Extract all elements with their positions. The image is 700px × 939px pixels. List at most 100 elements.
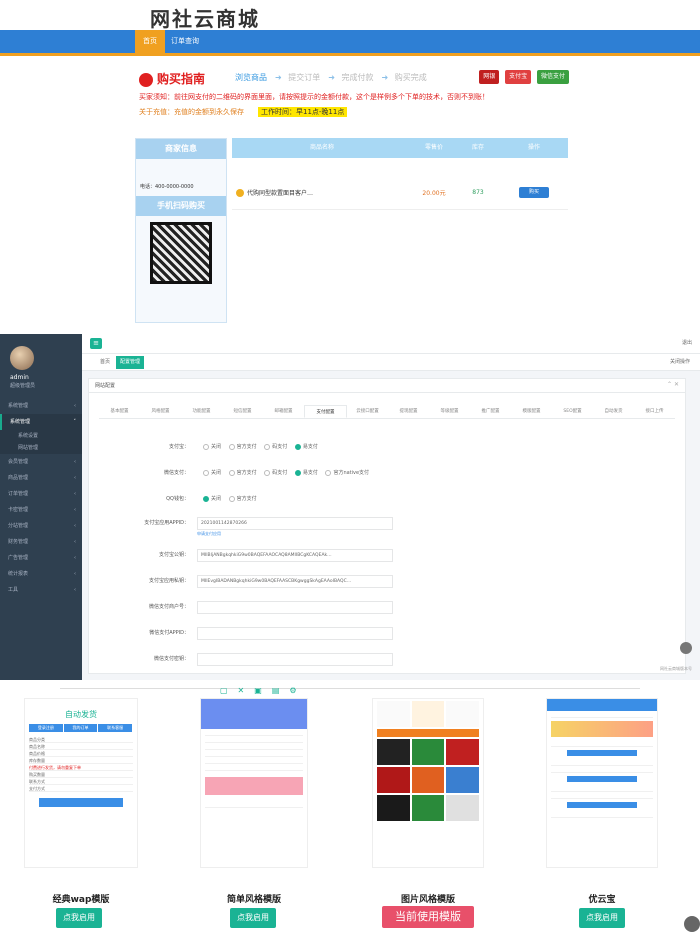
mini-line: [551, 792, 653, 799]
product-name[interactable]: 代购同型款置面目客户…: [232, 188, 412, 198]
radio-button-selected[interactable]: [294, 469, 301, 476]
site-logo[interactable]: 网社云商城: [150, 3, 260, 32]
arrow-icon: ➜: [381, 73, 389, 82]
sidebar-item[interactable]: 统计报表 ‹: [0, 566, 82, 582]
seller-phone: 电话：400-0000-0000: [140, 184, 194, 190]
sidebar-item[interactable]: 订单管理 ‹: [0, 486, 82, 502]
radio-button[interactable]: [203, 469, 209, 476]
mini-banner: [377, 729, 479, 737]
alipay-pubkey-input[interactable]: MIIBIjANBgkqhkiG9w0BAQEFAAOCAQ8AMIIBCgKC…: [197, 549, 393, 562]
version-note: 网社云商城版本号: [660, 666, 692, 671]
mini-icon-grid: [377, 701, 479, 727]
product-price: 20.00元: [422, 190, 446, 197]
tab-seo[interactable]: SEO配置: [552, 405, 593, 418]
mini-banner: [551, 721, 653, 737]
logout-button[interactable]: 退出: [682, 339, 692, 346]
sidebar-item[interactable]: 卡密管理 ‹: [0, 502, 82, 518]
tab-ops-dropdown[interactable]: 关闭操作: [666, 356, 694, 369]
tab-style[interactable]: 风格配置: [140, 405, 181, 418]
field-label: 微信支付：: [163, 470, 189, 476]
templates-section: ▢✕▣▤⚙ 自动发货 登录注册 我的订单 联系客服 商品分类 商品名称 商品价格 库…: [0, 680, 700, 939]
buy-cell: 购买: [500, 187, 568, 198]
sidebar-item[interactable]: 会员管理 ‹: [0, 454, 82, 470]
screenshot-collage: 网社云商城 首页 订单查询 购买指南 浏览商品 ➜ 提交订单 ➜ 完成付款 ➜ 购买完…: [0, 0, 700, 939]
settings-tabs: 基本配置 风格配置 功能配置 短信配置 邮箱配置 支付配置 云接口配置 提现配置…: [99, 405, 675, 419]
apply-link[interactable]: 申请支付应用: [197, 531, 221, 537]
tab-home[interactable]: 首页: [96, 356, 114, 369]
admin-role[interactable]: 超级管理员: [10, 382, 35, 389]
sidebar-subitem[interactable]: 网站管理: [0, 442, 82, 454]
buy-button[interactable]: 购买: [519, 187, 549, 198]
sidebar-item[interactable]: 分站管理 ‹: [0, 518, 82, 534]
alipay-appid-input[interactable]: 2021001142870266: [197, 517, 393, 530]
current-template-button[interactable]: 当前使用模版: [382, 906, 474, 928]
radio-button[interactable]: [228, 443, 235, 450]
scroll-top-icon[interactable]: [684, 916, 700, 932]
tab-payment[interactable]: 支付配置: [304, 405, 347, 418]
wx-key-row: 微信支付密钥：: [89, 653, 687, 667]
arrow-icon: ➜: [328, 73, 335, 82]
avatar[interactable]: [10, 346, 34, 370]
tab-template[interactable]: 模版配置: [511, 405, 552, 418]
tab-cloud[interactable]: 云接口配置: [347, 405, 388, 418]
tab-sms[interactable]: 短信配置: [222, 405, 263, 418]
template-preview-simple[interactable]: [200, 698, 308, 868]
sidebar-item-active[interactable]: 系统管理 ˅: [0, 414, 82, 430]
nav-orders[interactable]: 订单查询: [163, 30, 207, 53]
tab-function[interactable]: 功能配置: [181, 405, 222, 418]
mini-line: [205, 764, 303, 771]
qq-radios: 关闭 官方支付: [197, 493, 257, 505]
radio-button-selected[interactable]: [203, 495, 209, 502]
qr-title: 手机扫码购买: [136, 196, 226, 216]
nav-home[interactable]: 首页: [135, 30, 165, 53]
radio-button[interactable]: [203, 443, 209, 450]
tab-level[interactable]: 等级配置: [429, 405, 470, 418]
tab-promo[interactable]: 推广配置: [470, 405, 511, 418]
alipay-privkey-input[interactable]: MIIEvgIBADANBgkqhkiG9w0BAQEFAASCBKgwggSk…: [197, 575, 393, 588]
mini-tabs: 登录注册 我的订单 联系客服: [29, 724, 133, 732]
template-preview-wap[interactable]: 自动发货 登录注册 我的订单 联系客服 商品分类 商品名称 商品价格 库存数量 付费…: [24, 698, 138, 868]
menu-toggle-icon[interactable]: ≡: [90, 338, 102, 349]
wx-mchid-row: 微信支付商户号：: [89, 601, 687, 615]
enable-template-button[interactable]: 点我启用: [579, 908, 625, 928]
template-preview-youyunbao[interactable]: [546, 698, 658, 868]
wechat-badge: 微信支付: [536, 70, 569, 84]
wx-appid-input[interactable]: [197, 627, 393, 640]
sidebar-subitem[interactable]: 系统设置: [0, 430, 82, 442]
tab-autoship[interactable]: 自动发货: [593, 405, 634, 418]
step-done: 购买完成: [394, 73, 427, 82]
sidebar-item[interactable]: 财务管理 ‹: [0, 534, 82, 550]
panel-controls-icon[interactable]: ⌃ ✕: [667, 381, 679, 388]
tab-upload[interactable]: 接口上传: [634, 405, 675, 418]
buyer-notice: 买家须知：前往网支付的二维码的界面里面，请按照提示的金额付款，这个是样例多个下单…: [139, 93, 489, 101]
chevron-icon: ‹: [74, 523, 76, 529]
sidebar-item[interactable]: 商品管理 ‹: [0, 470, 82, 486]
tab-basic[interactable]: 基本配置: [99, 405, 140, 418]
sidebar-item[interactable]: 系统管理 ‹: [0, 398, 82, 414]
preview-toolbar-icons[interactable]: ▢✕▣▤⚙: [220, 686, 307, 695]
sidebar-item[interactable]: 广告管理 ‹: [0, 550, 82, 566]
mini-line: [551, 711, 653, 718]
chevron-icon: ‹: [74, 491, 76, 497]
mini-line: 商品名称: [29, 743, 133, 750]
purchase-steps: 浏览商品 ➜ 提交订单 ➜ 完成付款 ➜ 购买完成: [235, 72, 435, 83]
field-label: 支付宝：: [168, 444, 189, 450]
sidebar-item[interactable]: 工具 ‹: [0, 582, 82, 598]
table-row[interactable]: 代购同型款置面目客户… 20.00元 873 购买: [232, 176, 568, 210]
tab-config[interactable]: 配置管理: [116, 356, 145, 369]
radio-button-selected[interactable]: [294, 443, 301, 450]
wx-key-input[interactable]: [197, 653, 393, 666]
template-preview-image[interactable]: [372, 698, 484, 868]
enable-template-button[interactable]: 点我启用: [56, 908, 102, 928]
tab-email[interactable]: 邮箱配置: [263, 405, 304, 418]
radio-button[interactable]: [264, 443, 271, 450]
tab-withdraw[interactable]: 提现配置: [388, 405, 429, 418]
enable-template-button[interactable]: 点我启用: [230, 908, 276, 928]
radio-button[interactable]: [325, 469, 332, 476]
wx-mchid-input[interactable]: [197, 601, 393, 614]
mini-line: [205, 729, 303, 736]
radio-button[interactable]: [228, 469, 235, 476]
radio-button[interactable]: [228, 495, 235, 502]
radio-button[interactable]: [264, 469, 271, 476]
scroll-top-icon[interactable]: [680, 642, 692, 654]
